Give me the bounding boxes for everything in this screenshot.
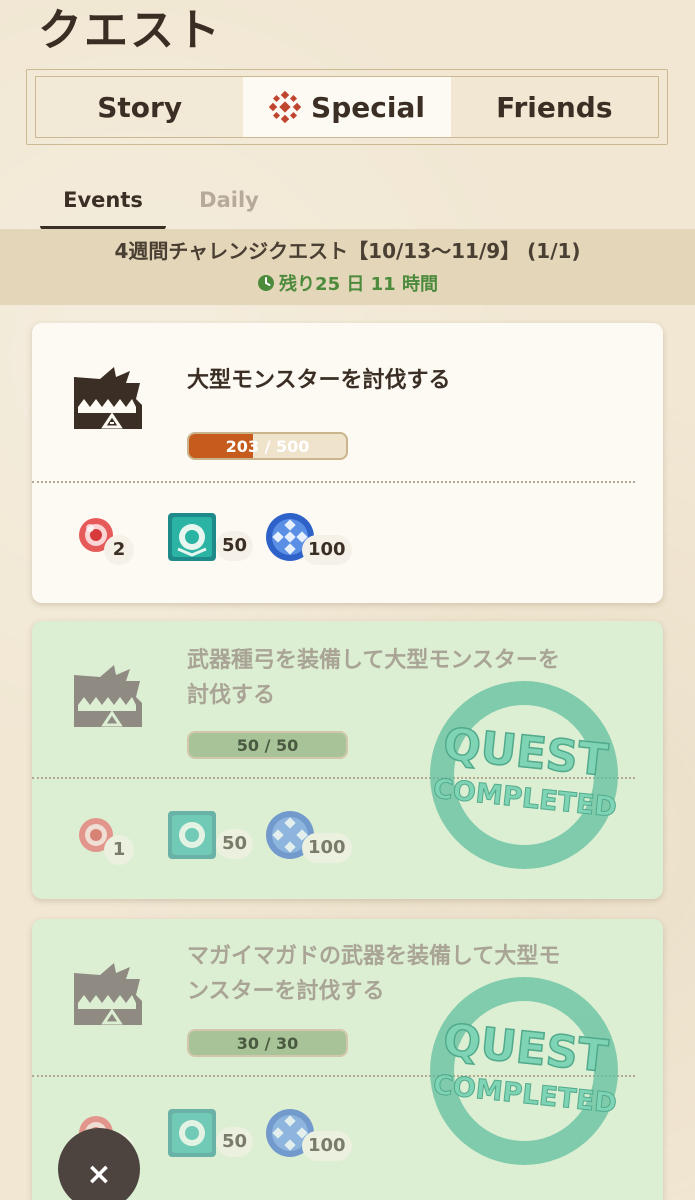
quest-completed-stamp: QUEST COMPLETED bbox=[430, 681, 619, 869]
green-emblem-icon bbox=[168, 513, 216, 561]
progress-text: 50 / 50 bbox=[236, 736, 299, 755]
special-emblem-icon bbox=[269, 91, 302, 123]
reward-green-emblem[interactable]: 50 bbox=[164, 509, 264, 565]
progress-text: 203 / 500 bbox=[225, 437, 310, 456]
time-remaining: 残り25 日 11 時間 bbox=[279, 274, 438, 295]
subtab-bar: Events Daily bbox=[40, 180, 292, 230]
divider bbox=[32, 481, 635, 483]
reward-count: 2 bbox=[104, 535, 134, 565]
reward-green-emblem[interactable]: 50 bbox=[164, 807, 264, 863]
reward-count: 1 bbox=[104, 835, 134, 865]
page-title: クエスト bbox=[38, 5, 222, 56]
reward-count: 50 bbox=[216, 829, 254, 859]
close-icon: × bbox=[86, 1156, 112, 1192]
tab-story[interactable]: Story bbox=[36, 77, 243, 137]
tab-label: Friends bbox=[496, 90, 613, 124]
quest-card[interactable]: 武器種弓を装備して大型モンスターを討伐する 50 / 50 1 50 100 Q… bbox=[32, 621, 663, 899]
clock-icon bbox=[258, 275, 275, 291]
reward-count: 50 bbox=[216, 531, 254, 561]
reward-red-orb[interactable]: 1 bbox=[74, 813, 154, 869]
quest-name: 大型モンスターを討伐する bbox=[187, 368, 451, 393]
event-title: 4週間チャレンジクエスト【10/13〜11/9】 (1/1) bbox=[114, 239, 581, 263]
reward-blue-orb[interactable]: 100 bbox=[264, 809, 374, 865]
reward-red-orb[interactable]: 2 bbox=[74, 513, 154, 569]
quest-category-tabs: Story Special Friends bbox=[26, 69, 668, 145]
tab-friends[interactable]: Friends bbox=[451, 77, 658, 137]
monster-fang-icon bbox=[74, 367, 142, 429]
subtab-daily[interactable]: Daily bbox=[166, 180, 292, 230]
subtab-events[interactable]: Events bbox=[40, 180, 166, 230]
reward-blue-orb[interactable]: 100 bbox=[264, 1107, 374, 1163]
quest-completed-stamp: QUEST COMPLETED bbox=[430, 977, 619, 1165]
reward-count: 50 bbox=[216, 1127, 254, 1157]
reward-count: 100 bbox=[302, 535, 352, 565]
event-banner: 4週間チャレンジクエスト【10/13〜11/9】 (1/1) 残り25 日 11… bbox=[0, 229, 695, 305]
reward-blue-orb[interactable]: 100 bbox=[264, 511, 374, 567]
progress-text: 30 / 30 bbox=[236, 1034, 299, 1053]
quest-card[interactable]: 大型モンスターを討伐する 203 / 500 2 50 100 bbox=[32, 323, 663, 603]
monster-fang-icon bbox=[74, 963, 142, 1025]
event-timer: 残り25 日 11 時間 bbox=[0, 270, 695, 296]
monster-fang-icon bbox=[74, 665, 142, 727]
quest-progress-bar: 203 / 500 bbox=[187, 432, 348, 460]
close-button[interactable]: × bbox=[58, 1128, 140, 1200]
reward-count: 100 bbox=[302, 833, 352, 863]
tab-label: Special bbox=[311, 90, 425, 124]
reward-green-emblem[interactable]: 50 bbox=[164, 1105, 264, 1161]
tab-label: Story bbox=[97, 90, 183, 124]
tab-special[interactable]: Special bbox=[243, 77, 451, 137]
reward-count: 100 bbox=[302, 1131, 352, 1161]
quest-progress-bar: 50 / 50 bbox=[187, 731, 348, 759]
green-emblem-icon bbox=[168, 811, 216, 859]
green-emblem-icon bbox=[168, 1109, 216, 1157]
quest-progress-bar: 30 / 30 bbox=[187, 1029, 348, 1057]
